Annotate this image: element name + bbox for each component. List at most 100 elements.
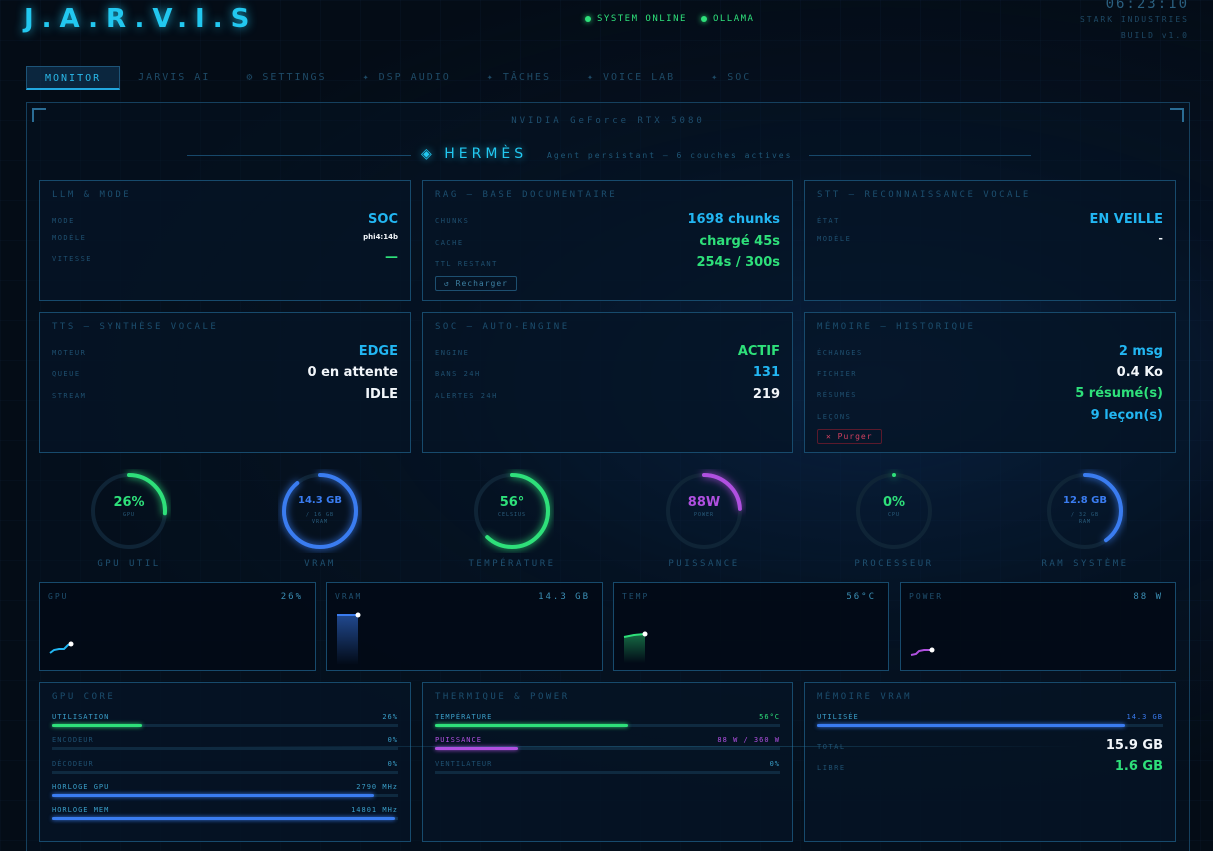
gauge-sub2: RAM [1078, 519, 1092, 525]
bar-key: HORLOGE GPU [52, 782, 110, 791]
row-value: EDGE [358, 344, 398, 359]
hermes-subtitle: Agent persistant — 6 couches actives [547, 151, 793, 160]
tab-taches[interactable]: ✦ TÂCHES [469, 66, 569, 90]
tab-monitor[interactable]: MONITOR [26, 66, 121, 90]
card-llm-mode: LLM & MODE MODE SOC MODÈLE phi4:14b VITESS… [39, 180, 411, 301]
row-value: SOC [368, 212, 398, 227]
bar-track [52, 793, 398, 797]
app-logo: J.A.R.V.I.S [24, 4, 258, 34]
row-value: 131 [752, 365, 780, 380]
bar-row: ENCODEUR 0% [52, 736, 398, 758]
row-value: 1.6 GB [1114, 759, 1163, 774]
card-gpu-core: GPU CORE UTILISATION 26% ENCODEUR 0% DÉCODEU… [39, 682, 411, 842]
card-title: MÉMOIRE — HISTORIQUE [817, 322, 976, 332]
card-vram-memory: MÉMOIRE VRAM UTILISÉE 14.3 GB TOTAL 15.9 … [804, 682, 1176, 842]
card-soc: SOC — AUTO-ENGINE ENGINE ACTIF BANS 24H 13… [422, 312, 793, 453]
gauge-sub: POWER [693, 512, 715, 518]
gauge-label: RAM SYSTÈME [1041, 559, 1129, 569]
company-name: STARK INDUSTRIES [1079, 15, 1189, 24]
row-key: MODE [52, 217, 75, 225]
gauge-value: 12.8 GB [1063, 495, 1107, 506]
vram-free-row: LIBRE 1.6 GB [817, 756, 1163, 774]
row-key: MODÈLE [817, 235, 852, 243]
row-value: 1698 chunks [687, 212, 780, 227]
gauge-sub2: VRAM [311, 519, 329, 525]
bar-row: HORLOGE MEM 14801 MHz [52, 806, 398, 828]
spark-gpu-chart [49, 641, 74, 654]
bar-value: 14801 MHz [351, 806, 398, 815]
gauge-value: 14.3 GB [298, 495, 342, 506]
memory-summaries-row: RÉSUMÉS 5 résumé(s) [817, 383, 1163, 401]
bar-value: 56°C [759, 713, 780, 721]
bar-track [435, 770, 780, 774]
gauge-1: 14.3 GB / 16 GB VRAM [278, 469, 362, 553]
row-key: ALERTES 24H [435, 392, 498, 400]
bar-key: PUISSANCE [435, 736, 482, 745]
card-memory: MÉMOIRE — HISTORIQUE ÉCHANGES 2 msg FICHI… [804, 312, 1176, 453]
gauge-sub: CPU [887, 512, 901, 518]
purge-button[interactable]: ✕ Purger [817, 429, 882, 444]
gauge-label: VRAM [304, 559, 336, 569]
row-value: 0 en attente [307, 365, 398, 380]
row-key: TOTAL [817, 743, 846, 751]
spark-vram: VRAM 14.3 GB [326, 582, 603, 671]
row-key: VITESSE [52, 255, 93, 263]
tts-queue-row: QUEUE 0 en attente [52, 362, 398, 380]
row-key: MODÈLE [52, 234, 87, 242]
spark-vram-chart [337, 612, 361, 665]
tab-soc[interactable]: ✦ SOC [693, 66, 769, 90]
tab-settings[interactable]: ⚙ SETTINGS [228, 66, 344, 90]
row-value: ACTIF [737, 344, 780, 359]
card-stt: STT — RECONNAISSANCE VOCALE ÉTAT EN VEILL… [804, 180, 1176, 301]
gauge-5: 12.8 GB / 32 GB RAM [1043, 469, 1127, 553]
row-value: chargé 45s [699, 234, 780, 249]
status-system: SYSTEM ONLINE [585, 14, 687, 24]
gauge-label: GPU UTIL [97, 559, 161, 569]
reload-button[interactable]: ↺ Recharger [435, 276, 517, 291]
card-title: GPU CORE [52, 692, 116, 702]
stt-state-row: ÉTAT EN VEILLE [817, 209, 1163, 227]
card-tts: TTS — SYNTHÈSE VOCALE MOTEUR EDGE QUEUE 0 … [39, 312, 411, 453]
card-title: THERMIQUE & POWER [435, 692, 570, 702]
memory-file-row: FICHIER 0.4 Ko [817, 362, 1163, 380]
bar-value: 26% [382, 713, 398, 721]
gauge-label: TEMPÉRATURE [468, 559, 556, 569]
row-key: ENGINE [435, 349, 470, 357]
card-title: STT — RECONNAISSANCE VOCALE [817, 190, 1031, 200]
row-key: ÉCHANGES [817, 349, 863, 357]
bar-value: 88 W / 360 W [717, 736, 780, 745]
clock: 06:23:10 [1105, 0, 1189, 12]
bar-fill [435, 747, 518, 751]
bar-key: UTILISATION [52, 713, 110, 721]
gauge-sub: / 32 GB [1070, 512, 1100, 518]
vram-total-row: TOTAL 15.9 GB [817, 735, 1163, 753]
card-title: RAG — BASE DOCUMENTAIRE [435, 190, 618, 200]
tab-dsp-audio[interactable]: ✦ DSP AUDIO [345, 66, 469, 90]
row-key: CHUNKS [435, 217, 470, 225]
row-key: MOTEUR [52, 349, 87, 357]
bar-key: ENCODEUR [52, 736, 94, 745]
soc-engine-row: ENGINE ACTIF [435, 341, 780, 359]
card-rag: RAG — BASE DOCUMENTAIRE CHUNKS 1698 chunk… [422, 180, 793, 301]
build-version: BUILD v1.0 [1120, 31, 1189, 40]
gauge-label: PUISSANCE [668, 559, 740, 569]
bar-row: HORLOGE GPU 2790 MHz [52, 783, 398, 805]
bar-track [52, 747, 398, 751]
spark-gpu: GPU 26% [39, 582, 316, 671]
bar-key: VENTILATEUR [435, 759, 493, 768]
stt-model-row: MODÈLE - [817, 227, 1163, 245]
tab-voice-lab[interactable]: ✦ VOICE LAB [569, 66, 693, 90]
soc-bans-row: BANS 24H 131 [435, 362, 780, 380]
spark-power-chart [910, 647, 935, 656]
tab-jarvis-ai[interactable]: JARVIS AI [120, 66, 228, 90]
row-key: ÉTAT [817, 217, 840, 225]
tts-engine-row: MOTEUR EDGE [52, 341, 398, 359]
scan-line [200, 746, 1080, 747]
row-key: LEÇONS [817, 413, 852, 421]
bar-track [435, 747, 780, 751]
bar-value: 0% [769, 759, 780, 768]
row-value: EN VEILLE [1089, 212, 1163, 227]
row-key: QUEUE [52, 370, 81, 378]
gauge-value: 26% [113, 495, 145, 510]
bar-key: HORLOGE MEM [52, 806, 110, 815]
